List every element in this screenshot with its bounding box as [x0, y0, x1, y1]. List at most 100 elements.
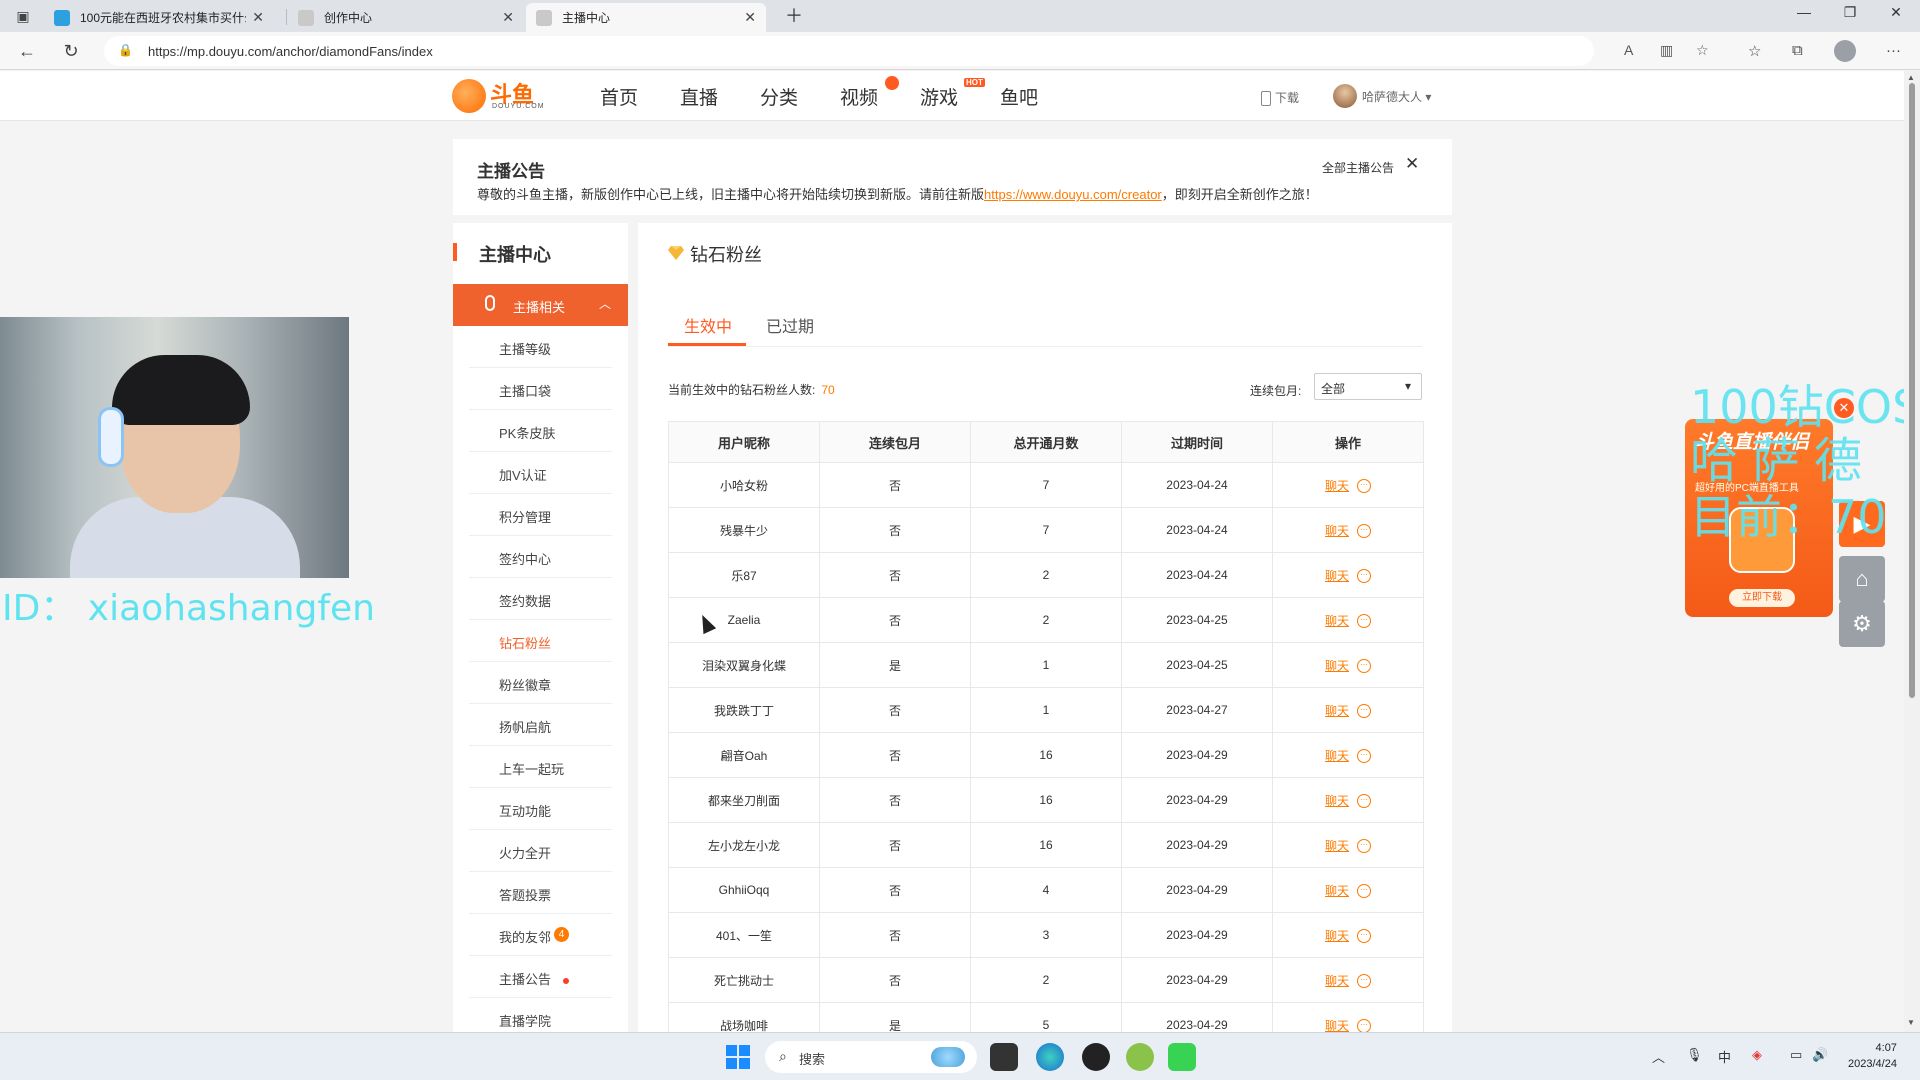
tab-expired[interactable]: 已过期 [766, 313, 814, 337]
edge-icon[interactable] [1036, 1043, 1064, 1071]
chat-link[interactable]: 聊天 [1325, 704, 1349, 718]
tray-expand-icon[interactable]: ︿ [1652, 1047, 1665, 1066]
refresh-icon[interactable]: ↻ [60, 40, 82, 62]
sidebar-item-academy[interactable]: 直播学院 [469, 998, 612, 1032]
monthly-filter-select[interactable]: 全部 ▾ [1314, 373, 1422, 400]
browser-tab-2[interactable]: 创作中心 ✕ [288, 3, 524, 32]
chat-bubble-icon[interactable]: ··· [1357, 974, 1371, 989]
nav-video[interactable]: 视频 [840, 83, 878, 110]
read-aloud-icon[interactable]: A [1624, 42, 1633, 58]
sidebar-item-announcement[interactable]: 主播公告 [469, 956, 612, 998]
sidebar-item-full-power[interactable]: 火力全开 [469, 830, 612, 872]
windows-start-icon[interactable] [726, 1045, 750, 1069]
url-field[interactable]: 🔒 https://mp.douyu.com/anchor/diamondFan… [104, 36, 1709, 66]
chat-bubble-icon[interactable]: ··· [1357, 1019, 1371, 1032]
sidebar-item-play-together[interactable]: 上车一起玩 [469, 746, 612, 788]
obs-icon[interactable] [1082, 1043, 1110, 1071]
sidebar-item-pocket[interactable]: 主播口袋 [469, 368, 612, 410]
chat-bubble-icon[interactable]: ··· [1357, 929, 1371, 944]
sidebar-item-pk-skin[interactable]: PK条皮肤 [469, 410, 612, 452]
scrollbar-thumb[interactable] [1909, 83, 1915, 698]
nav-category[interactable]: 分类 [760, 83, 798, 110]
chat-bubble-icon[interactable]: ··· [1357, 884, 1371, 899]
favorite-add-icon[interactable]: ☆ [1696, 42, 1709, 59]
chat-link[interactable]: 聊天 [1325, 659, 1349, 673]
task-view-icon[interactable] [990, 1043, 1018, 1071]
sidebar-item-contract-data[interactable]: 签约数据 [469, 578, 612, 620]
home-icon[interactable]: ⌂ [1839, 556, 1885, 602]
sidebar-item-interactive[interactable]: 互动功能 [469, 788, 612, 830]
sidebar-item-quiz-vote[interactable]: 答题投票 [469, 872, 612, 914]
sidebar-item-diamond-fans[interactable]: 钻石粉丝 [469, 620, 612, 662]
collections-icon[interactable]: ⧉ [1792, 42, 1803, 59]
app-tray-icon[interactable]: ◈ [1752, 1047, 1762, 1063]
scroll-down-icon[interactable]: ▼ [1907, 1018, 1915, 1027]
sidebar-item-contract[interactable]: 签约中心 [469, 536, 612, 578]
chat-bubble-icon[interactable]: ··· [1357, 614, 1371, 629]
nav-home[interactable]: 首页 [600, 83, 638, 110]
more-menu-icon[interactable]: ··· [1886, 42, 1901, 59]
sidebar-item-neighbors[interactable]: 我的友邻 4 [469, 914, 612, 956]
chat-link[interactable]: 聊天 [1325, 524, 1349, 538]
profile-avatar-icon[interactable] [1834, 40, 1856, 62]
chat-link[interactable]: 聊天 [1325, 614, 1349, 628]
sidebar-item-fan-badge[interactable]: 粉丝徽章 [469, 662, 612, 704]
chat-link[interactable]: 聊天 [1325, 479, 1349, 493]
nav-live[interactable]: 直播 [680, 83, 718, 110]
chat-link[interactable]: 聊天 [1325, 749, 1349, 763]
user-menu[interactable]: 哈萨德大人 ▾ [1362, 88, 1431, 105]
sidebar-item-verify[interactable]: 加V认证 [469, 452, 612, 494]
minimize-icon[interactable]: — [1782, 4, 1826, 20]
sidebar-item-set-sail[interactable]: 扬帆启航 [469, 704, 612, 746]
chat-bubble-icon[interactable]: ··· [1357, 839, 1371, 854]
nav-fishbar[interactable]: 鱼吧 [1000, 83, 1038, 110]
ad-download-button[interactable]: 立即下载 [1729, 589, 1795, 607]
chat-bubble-icon[interactable]: ··· [1357, 659, 1371, 674]
reader-view-icon[interactable]: ▥ [1660, 42, 1673, 59]
chat-bubble-icon[interactable]: ··· [1357, 479, 1371, 494]
taskbar-search[interactable]: ⌕ 搜索 [765, 1041, 977, 1073]
close-tab-icon[interactable]: ✕ [744, 9, 756, 26]
microphone-tray-icon[interactable]: 🎙 [1686, 1047, 1703, 1063]
scroll-up-icon[interactable]: ▲ [1907, 73, 1915, 82]
creator-link[interactable]: https://www.douyu.com/creator [984, 187, 1162, 202]
iqiyi-icon[interactable] [1168, 1043, 1196, 1071]
chat-link[interactable]: 聊天 [1325, 569, 1349, 583]
douyu-logo[interactable]: 斗鱼 DOUYU.COM [452, 77, 544, 115]
user-avatar[interactable] [1333, 84, 1357, 108]
chat-bubble-icon[interactable]: ··· [1357, 524, 1371, 539]
nav-game[interactable]: 游戏 [920, 83, 958, 110]
sidebar-item-level[interactable]: 主播等级 [469, 326, 612, 368]
volume-icon[interactable]: 🔊 [1812, 1047, 1828, 1063]
back-icon[interactable]: ← [16, 40, 38, 62]
chat-bubble-icon[interactable]: ··· [1357, 794, 1371, 809]
chat-link[interactable]: 聊天 [1325, 974, 1349, 988]
close-notice-icon[interactable]: ✕ [1405, 154, 1419, 174]
all-notices-link[interactable]: 全部主播公告 [1322, 159, 1394, 176]
chat-bubble-icon[interactable]: ··· [1357, 749, 1371, 764]
close-tab-icon[interactable]: ✕ [252, 9, 264, 26]
system-clock[interactable]: 4:07 2023/4/24 [1848, 1040, 1897, 1072]
sidebar-item-points[interactable]: 积分管理 [469, 494, 612, 536]
browser-tab-3-active[interactable]: 主播中心 ✕ [526, 3, 766, 32]
network-icon[interactable]: ▭ [1790, 1047, 1802, 1063]
restore-icon[interactable]: ❐ [1828, 4, 1872, 21]
tab-actions-icon[interactable]: ▣ [12, 5, 34, 27]
new-tab-icon[interactable]: ＋ [772, 2, 816, 28]
chat-link[interactable]: 聊天 [1325, 929, 1349, 943]
download-link[interactable]: 下载 [1261, 89, 1299, 107]
close-window-icon[interactable]: ✕ [1874, 4, 1918, 21]
favorites-icon[interactable]: ☆ [1748, 42, 1761, 60]
sidebar-section-anchor[interactable]: 主播相关 ︿ [453, 284, 628, 326]
input-method-icon[interactable]: 中 [1718, 1047, 1731, 1066]
chat-link[interactable]: 聊天 [1325, 839, 1349, 853]
chat-link[interactable]: 聊天 [1325, 794, 1349, 808]
page-scrollbar[interactable]: ▲ ▼ [1904, 71, 1920, 1032]
close-tab-icon[interactable]: ✕ [502, 9, 514, 26]
tab-active[interactable]: 生效中 [684, 313, 732, 337]
chat-bubble-icon[interactable]: ··· [1357, 704, 1371, 719]
chat-link[interactable]: 聊天 [1325, 884, 1349, 898]
chat-bubble-icon[interactable]: ··· [1357, 569, 1371, 584]
chat-link[interactable]: 聊天 [1325, 1019, 1349, 1033]
app-icon[interactable] [1126, 1043, 1154, 1071]
